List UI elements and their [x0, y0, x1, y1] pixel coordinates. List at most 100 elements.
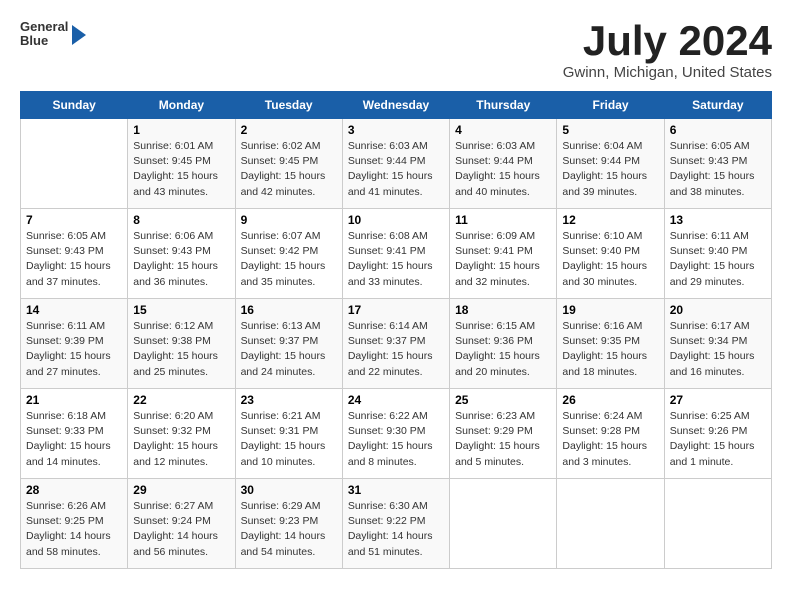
calendar-cell: 21 Sunrise: 6:18 AM Sunset: 9:33 PM Dayli…	[21, 389, 128, 479]
day-info: Sunrise: 6:24 AM Sunset: 9:28 PM Dayligh…	[562, 409, 658, 470]
day-info: Sunrise: 6:22 AM Sunset: 9:30 PM Dayligh…	[348, 409, 444, 470]
calendar-week-2: 7Sunrise: 6:05 AM Sunset: 9:43 PM Daylig…	[21, 209, 772, 299]
calendar-cell: 10 Sunrise: 6:08 AM Sunset: 9:41 PM Dayli…	[342, 209, 449, 299]
day-number: 16	[241, 303, 337, 317]
day-info: Sunrise: 6:09 AM Sunset: 9:41 PM Dayligh…	[455, 229, 551, 290]
day-number: 12	[562, 213, 658, 227]
day-number: 6	[670, 123, 766, 137]
logo-text: General Blue	[20, 20, 68, 49]
day-info: Sunrise: 6:10 AM Sunset: 9:40 PM Dayligh…	[562, 229, 658, 290]
day-info: Sunrise: 6:17 AM Sunset: 9:34 PM Dayligh…	[670, 319, 766, 380]
day-info: Sunrise: 6:05 AM Sunset: 9:43 PM Dayligh…	[670, 139, 766, 200]
logo-arrow-icon	[72, 25, 86, 45]
day-info: Sunrise: 6:08 AM Sunset: 9:41 PM Dayligh…	[348, 229, 444, 290]
calendar-week-4: 21 Sunrise: 6:18 AM Sunset: 9:33 PM Dayli…	[21, 389, 772, 479]
day-info: Sunrise: 6:27 AM Sunset: 9:24 PM Dayligh…	[133, 499, 229, 560]
title-block: July 2024 Gwinn, Michigan, United States	[563, 20, 772, 81]
day-info: Sunrise: 6:18 AM Sunset: 9:33 PM Dayligh…	[26, 409, 122, 470]
day-info: Sunrise: 6:25 AM Sunset: 9:26 PM Dayligh…	[670, 409, 766, 470]
weekday-header-row: SundayMondayTuesdayWednesdayThursdayFrid…	[21, 92, 772, 119]
day-number: 8	[133, 213, 229, 227]
day-number: 26	[562, 393, 658, 407]
calendar-cell: 18 Sunrise: 6:15 AM Sunset: 9:36 PM Dayli…	[450, 299, 557, 389]
day-info: Sunrise: 6:11 AM Sunset: 9:39 PM Dayligh…	[26, 319, 122, 380]
weekday-header-wednesday: Wednesday	[342, 92, 449, 119]
day-info: Sunrise: 6:29 AM Sunset: 9:23 PM Dayligh…	[241, 499, 337, 560]
calendar-week-3: 14 Sunrise: 6:11 AM Sunset: 9:39 PM Dayli…	[21, 299, 772, 389]
day-number: 14	[26, 303, 122, 317]
day-info: Sunrise: 6:11 AM Sunset: 9:40 PM Dayligh…	[670, 229, 766, 290]
day-info: Sunrise: 6:04 AM Sunset: 9:44 PM Dayligh…	[562, 139, 658, 200]
day-info: Sunrise: 6:16 AM Sunset: 9:35 PM Dayligh…	[562, 319, 658, 380]
day-number: 21	[26, 393, 122, 407]
calendar-cell: 14 Sunrise: 6:11 AM Sunset: 9:39 PM Dayli…	[21, 299, 128, 389]
day-number: 29	[133, 483, 229, 497]
day-number: 20	[670, 303, 766, 317]
day-number: 30	[241, 483, 337, 497]
day-number: 25	[455, 393, 551, 407]
logo-general: General	[20, 20, 68, 34]
calendar-cell: 30 Sunrise: 6:29 AM Sunset: 9:23 PM Dayli…	[235, 479, 342, 569]
day-number: 10	[348, 213, 444, 227]
calendar-cell	[557, 479, 664, 569]
logo-blue: Blue	[20, 34, 68, 48]
weekday-header-sunday: Sunday	[21, 92, 128, 119]
day-number: 9	[241, 213, 337, 227]
calendar-cell: 31 Sunrise: 6:30 AM Sunset: 9:22 PM Dayli…	[342, 479, 449, 569]
day-number: 18	[455, 303, 551, 317]
day-info: Sunrise: 6:14 AM Sunset: 9:37 PM Dayligh…	[348, 319, 444, 380]
day-number: 31	[348, 483, 444, 497]
calendar-cell: 13 Sunrise: 6:11 AM Sunset: 9:40 PM Dayli…	[664, 209, 771, 299]
calendar-cell: 27 Sunrise: 6:25 AM Sunset: 9:26 PM Dayli…	[664, 389, 771, 479]
day-info: Sunrise: 6:12 AM Sunset: 9:38 PM Dayligh…	[133, 319, 229, 380]
day-info: Sunrise: 6:03 AM Sunset: 9:44 PM Dayligh…	[455, 139, 551, 200]
day-number: 11	[455, 213, 551, 227]
calendar-cell: 9Sunrise: 6:07 AM Sunset: 9:42 PM Daylig…	[235, 209, 342, 299]
calendar-cell: 8Sunrise: 6:06 AM Sunset: 9:43 PM Daylig…	[128, 209, 235, 299]
day-number: 1	[133, 123, 229, 137]
calendar-header: SundayMondayTuesdayWednesdayThursdayFrid…	[21, 92, 772, 119]
weekday-header-monday: Monday	[128, 92, 235, 119]
calendar-cell: 6 Sunrise: 6:05 AM Sunset: 9:43 PM Daylig…	[664, 119, 771, 209]
calendar-cell	[21, 119, 128, 209]
weekday-header-saturday: Saturday	[664, 92, 771, 119]
calendar-cell: 24Sunrise: 6:22 AM Sunset: 9:30 PM Dayli…	[342, 389, 449, 479]
calendar-cell: 3Sunrise: 6:03 AM Sunset: 9:44 PM Daylig…	[342, 119, 449, 209]
calendar-cell: 1Sunrise: 6:01 AM Sunset: 9:45 PM Daylig…	[128, 119, 235, 209]
day-number: 22	[133, 393, 229, 407]
calendar-cell	[450, 479, 557, 569]
day-number: 27	[670, 393, 766, 407]
calendar-cell: 11 Sunrise: 6:09 AM Sunset: 9:41 PM Dayli…	[450, 209, 557, 299]
day-number: 23	[241, 393, 337, 407]
day-number: 15	[133, 303, 229, 317]
day-info: Sunrise: 6:15 AM Sunset: 9:36 PM Dayligh…	[455, 319, 551, 380]
day-info: Sunrise: 6:13 AM Sunset: 9:37 PM Dayligh…	[241, 319, 337, 380]
calendar-cell: 7Sunrise: 6:05 AM Sunset: 9:43 PM Daylig…	[21, 209, 128, 299]
calendar-cell: 17 Sunrise: 6:14 AM Sunset: 9:37 PM Dayli…	[342, 299, 449, 389]
calendar-cell: 5 Sunrise: 6:04 AM Sunset: 9:44 PM Daylig…	[557, 119, 664, 209]
day-info: Sunrise: 6:30 AM Sunset: 9:22 PM Dayligh…	[348, 499, 444, 560]
weekday-header-friday: Friday	[557, 92, 664, 119]
calendar-cell: 26 Sunrise: 6:24 AM Sunset: 9:28 PM Dayli…	[557, 389, 664, 479]
calendar-cell	[664, 479, 771, 569]
day-number: 4	[455, 123, 551, 137]
calendar-cell: 12 Sunrise: 6:10 AM Sunset: 9:40 PM Dayli…	[557, 209, 664, 299]
day-info: Sunrise: 6:23 AM Sunset: 9:29 PM Dayligh…	[455, 409, 551, 470]
day-info: Sunrise: 6:20 AM Sunset: 9:32 PM Dayligh…	[133, 409, 229, 470]
day-number: 13	[670, 213, 766, 227]
calendar-cell: 4 Sunrise: 6:03 AM Sunset: 9:44 PM Daylig…	[450, 119, 557, 209]
day-info: Sunrise: 6:05 AM Sunset: 9:43 PM Dayligh…	[26, 229, 122, 290]
day-info: Sunrise: 6:03 AM Sunset: 9:44 PM Dayligh…	[348, 139, 444, 200]
day-number: 19	[562, 303, 658, 317]
calendar-cell: 19 Sunrise: 6:16 AM Sunset: 9:35 PM Dayli…	[557, 299, 664, 389]
day-number: 5	[562, 123, 658, 137]
day-number: 2	[241, 123, 337, 137]
calendar-week-1: 1Sunrise: 6:01 AM Sunset: 9:45 PM Daylig…	[21, 119, 772, 209]
calendar-cell: 16 Sunrise: 6:13 AM Sunset: 9:37 PM Dayli…	[235, 299, 342, 389]
logo: General Blue	[20, 20, 86, 49]
calendar-cell: 25 Sunrise: 6:23 AM Sunset: 9:29 PM Dayli…	[450, 389, 557, 479]
day-number: 17	[348, 303, 444, 317]
day-info: Sunrise: 6:26 AM Sunset: 9:25 PM Dayligh…	[26, 499, 122, 560]
weekday-header-thursday: Thursday	[450, 92, 557, 119]
location-text: Gwinn, Michigan, United States	[563, 64, 772, 81]
